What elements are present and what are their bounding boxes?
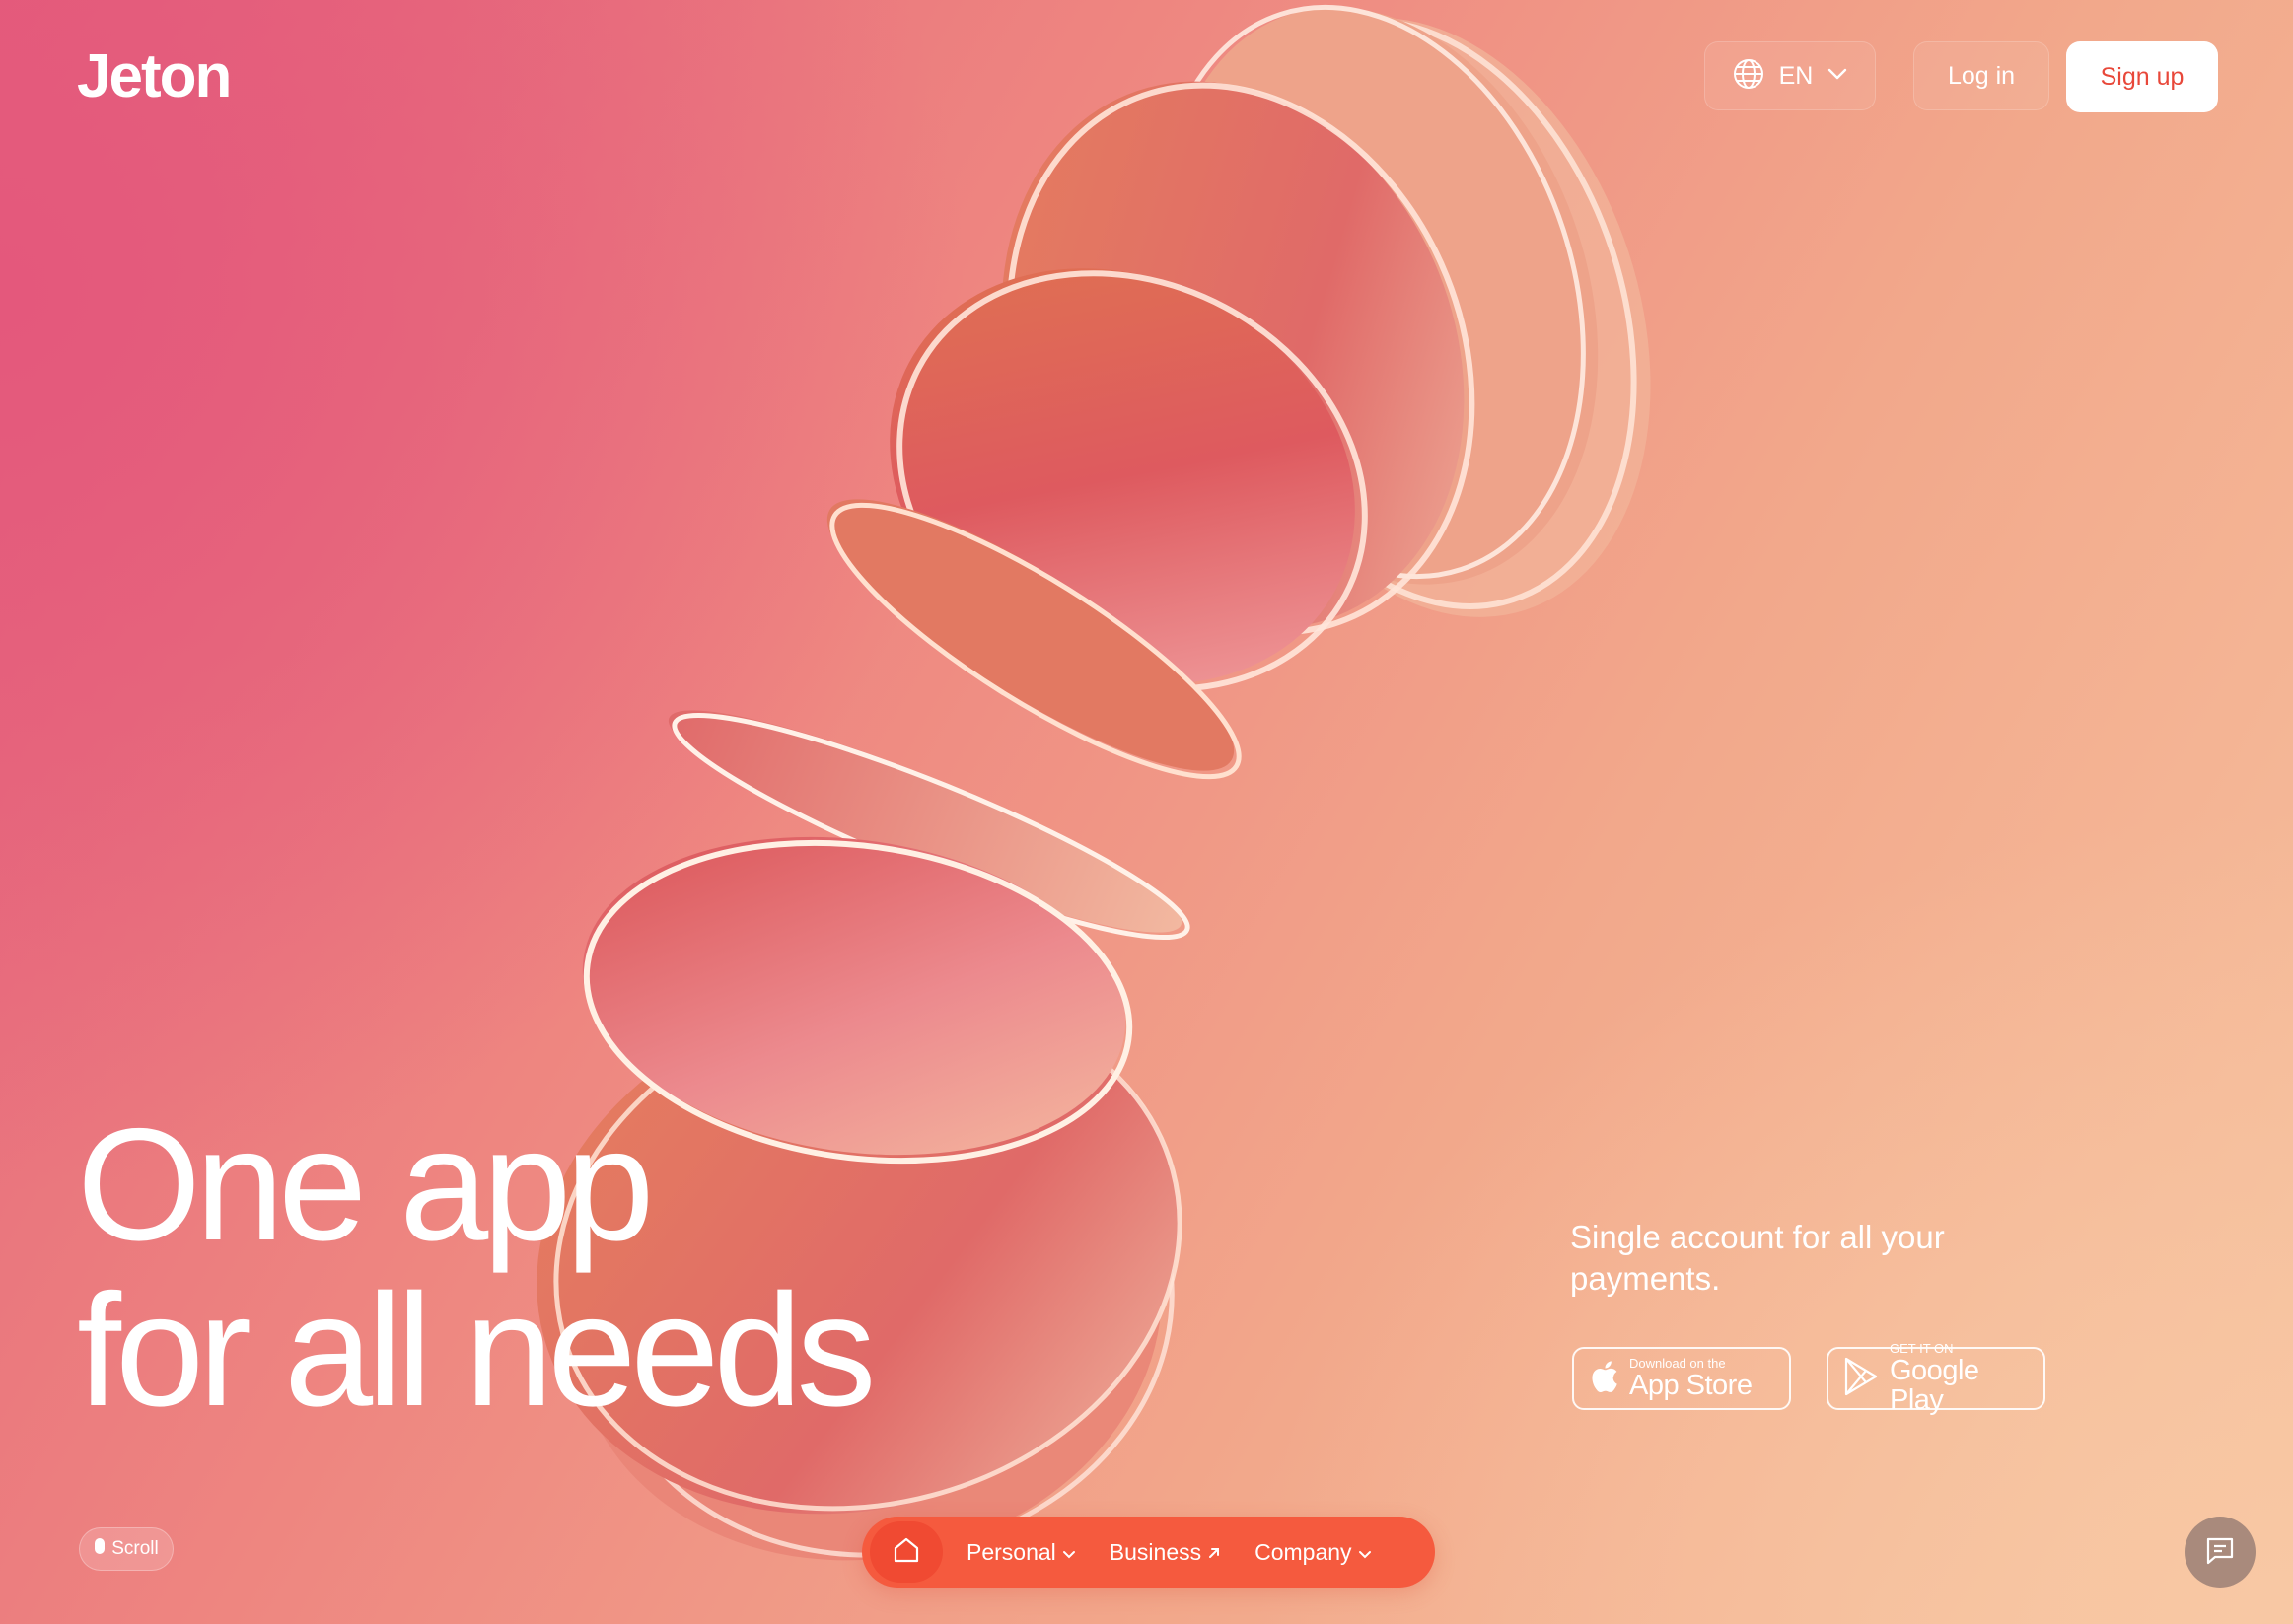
hero-headline: One app for all needs — [77, 1095, 877, 1440]
jeton-logo[interactable]: Jeton — [77, 43, 232, 110]
nav-item-personal[interactable]: Personal — [967, 1539, 1076, 1566]
coin-upper-middle — [1001, 81, 1475, 636]
coin-upper-front — [890, 268, 1368, 692]
home-icon — [892, 1535, 921, 1570]
nav-item-company[interactable]: Company — [1254, 1539, 1371, 1566]
coin-thin-2 — [668, 710, 1190, 941]
app-store-big-text: App Store — [1629, 1370, 1753, 1401]
google-play-small-text: GET IT ON — [1890, 1341, 1954, 1356]
arrow-up-right-icon — [1207, 1539, 1221, 1566]
google-play-icon — [1842, 1356, 1880, 1402]
login-button[interactable]: Log in — [1913, 41, 2049, 110]
bottom-navigation: Personal Business Company — [862, 1517, 1435, 1588]
app-store-text: Download on the App Store — [1629, 1356, 1753, 1401]
scroll-indicator[interactable]: Scroll — [79, 1527, 174, 1571]
headline-line-1: One app — [77, 1095, 655, 1274]
hero-tagline: Single account for all your payments. — [1570, 1219, 1945, 1297]
app-store-button[interactable]: Download on the App Store — [1572, 1347, 1791, 1410]
home-button[interactable] — [870, 1521, 943, 1583]
globe-icon — [1732, 57, 1765, 96]
scroll-label: Scroll — [111, 1538, 159, 1559]
nav-item-business[interactable]: Business — [1110, 1539, 1221, 1566]
language-selector[interactable]: EN — [1704, 41, 1876, 110]
nav-item-company-label: Company — [1254, 1538, 1352, 1565]
chat-button[interactable] — [2185, 1517, 2256, 1588]
signup-button[interactable]: Sign up — [2066, 41, 2218, 112]
chevron-down-icon — [1827, 67, 1848, 86]
google-play-button[interactable]: GET IT ON Google Play — [1827, 1342, 2045, 1415]
coin-upper-back — [1156, 4, 1651, 617]
nav-item-business-label: Business — [1109, 1538, 1202, 1565]
app-store-small-text: Download on the — [1629, 1356, 1726, 1371]
headline-line-2: for all needs — [77, 1261, 877, 1440]
chevron-down-icon — [1062, 1539, 1076, 1566]
google-play-big-text: Google Play — [1890, 1355, 1979, 1416]
apple-icon — [1588, 1358, 1619, 1400]
mouse-icon — [94, 1537, 106, 1561]
google-play-text: GET IT ON Google Play — [1890, 1341, 2030, 1416]
chevron-down-icon — [1358, 1539, 1372, 1566]
language-label: EN — [1778, 61, 1814, 90]
nav-item-personal-label: Personal — [967, 1538, 1056, 1565]
coin-thin-1 — [826, 499, 1242, 780]
chat-icon — [2204, 1534, 2236, 1571]
